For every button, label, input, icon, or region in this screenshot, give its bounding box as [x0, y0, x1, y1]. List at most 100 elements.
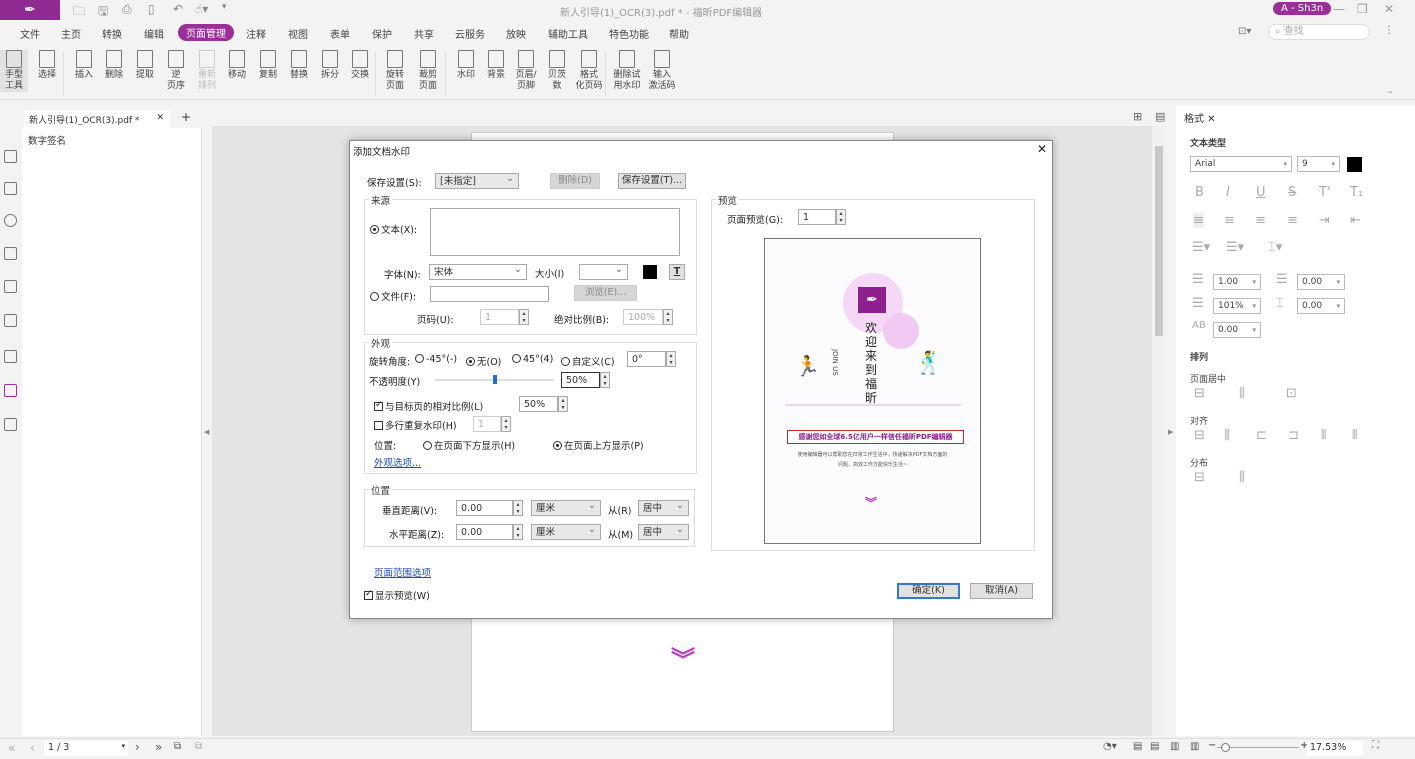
ribbon-button-watermark[interactable]: 水印 [452, 50, 480, 81]
search-input[interactable]: ⌕ 查找 [1268, 24, 1370, 40]
preview-page-spinner[interactable]: ▴ ▾ [836, 209, 846, 225]
insert-page-status-icon[interactable]: ⧉ [174, 741, 181, 752]
properties-icon[interactable]: ▤ [1155, 110, 1165, 123]
rotation-custom-radio[interactable]: 自定义(C) [561, 354, 615, 368]
close-window-icon[interactable]: ✕ [1384, 2, 1394, 16]
ribbon-button-replace-page[interactable]: 替换 [285, 50, 313, 81]
menu-file[interactable]: 文件 [20, 26, 40, 41]
ribbon-button-hand[interactable]: 手型 工具 [0, 50, 28, 92]
two-page-icon[interactable]: ▥ [1170, 741, 1179, 752]
comments-icon[interactable] [4, 214, 17, 227]
zoom-level-input[interactable]: 17.53% [1307, 741, 1363, 756]
char-spacing-select[interactable]: 0.00 [1213, 322, 1261, 338]
ribbon-button-crop-page[interactable]: 裁剪 页面 [414, 50, 442, 92]
ribbon-button-background[interactable]: 背景 [482, 50, 510, 81]
hand-tool-quick-icon[interactable]: ☝▾ [195, 2, 208, 16]
expand-panel-handle[interactable]: ▶ [1168, 428, 1173, 436]
align-bottom-icon[interactable]: ⫴ [1321, 428, 1326, 443]
vertical-distance-spinner[interactable]: ▴ ▾ [513, 500, 523, 516]
show-above-page-radio[interactable]: 在页面上方显示(P) [553, 438, 644, 452]
show-below-page-radio[interactable]: 在页面下方显示(H) [423, 438, 515, 452]
center-horizontal-icon[interactable]: ⊟ [1194, 386, 1205, 401]
app-logo[interactable]: ✒ [0, 0, 60, 20]
scale-select[interactable]: 101% [1213, 298, 1261, 314]
compare-icon[interactable] [4, 418, 17, 431]
center-both-icon[interactable]: ⊡ [1286, 386, 1297, 401]
horizontal-distance-spinner[interactable]: ▴ ▾ [513, 524, 523, 540]
superscript-icon[interactable]: T' [1319, 185, 1331, 200]
ribbon-button-delete-page[interactable]: 删除 [100, 50, 128, 81]
text-color-swatch[interactable] [643, 265, 657, 279]
customize-icon[interactable]: ▾ [222, 2, 227, 12]
ribbon-button-remove-trial-watermark[interactable]: 删除试 用水印 [613, 50, 641, 92]
distribute-vertical-icon[interactable]: ⊟ [1194, 470, 1205, 485]
rotation-angle-spinner[interactable]: ▴ ▾ [666, 351, 676, 367]
justify-icon[interactable]: ≡ [1287, 213, 1298, 228]
dialog-close-icon[interactable]: ✕ [1037, 142, 1047, 156]
pages-icon[interactable] [4, 182, 17, 195]
strikethrough-icon[interactable]: S [1288, 185, 1296, 200]
multiline-count-spinner[interactable]: ▴ ▾ [501, 416, 511, 432]
ribbon-button-extract-page[interactable]: 提取 [131, 50, 159, 81]
align-right-icon[interactable]: ≡ [1255, 213, 1266, 228]
menu-comment[interactable]: 注释 [246, 26, 266, 41]
restore-icon[interactable]: ❐ [1357, 2, 1368, 16]
close-format-tab-icon[interactable]: ✕ [1207, 114, 1215, 125]
menu-cloud[interactable]: 云服务 [455, 26, 485, 41]
menu-page-management[interactable]: 页面管理 [178, 24, 234, 41]
align-center-icon[interactable]: ≡ [1224, 213, 1235, 228]
first-page-icon[interactable]: « [8, 741, 15, 755]
vertical-unit-select[interactable]: 厘米 [531, 499, 601, 516]
copy-page-status-icon[interactable]: ⧉ [195, 741, 202, 752]
delete-settings-button[interactable]: 删除(D) [550, 173, 600, 189]
ribbon-button-bates[interactable]: 贝茨 数 [543, 50, 571, 92]
menu-accessibility[interactable]: 辅助工具 [548, 26, 588, 41]
ribbon-button-swap[interactable]: 交换 [346, 50, 374, 81]
line-spacing-select[interactable]: 1.00 [1213, 274, 1261, 290]
menu-share[interactable]: 共享 [414, 26, 434, 41]
numbered-list-icon[interactable]: ☰▾ [1226, 240, 1244, 255]
menu-home[interactable]: 主页 [61, 26, 81, 41]
watermark-text-area[interactable] [430, 208, 680, 256]
next-page-icon[interactable]: › [135, 740, 140, 754]
layers-icon[interactable] [4, 247, 17, 260]
security-icon[interactable] [4, 314, 17, 327]
indent-icon[interactable]: ⇥ [1319, 213, 1330, 228]
size-select[interactable] [579, 263, 628, 280]
file-radio[interactable]: 文件(F): [370, 289, 416, 303]
bold-icon[interactable]: B [1195, 185, 1204, 200]
ok-button[interactable]: 确定(K) [897, 583, 960, 599]
menu-convert[interactable]: 转换 [102, 26, 122, 41]
paragraph-spacing-select[interactable]: 0.00 [1297, 274, 1345, 290]
font-select[interactable]: 宋体 [429, 263, 527, 280]
ribbon-button-page-number-format[interactable]: 格式 化页码 [575, 50, 603, 92]
save-settings-select[interactable]: [未指定] [435, 172, 519, 189]
vertical-scrollbar[interactable] [1152, 126, 1166, 736]
save-settings-button[interactable]: 保存设置(T)... [618, 173, 686, 189]
page-range-options-link[interactable]: 页面范围选项 [374, 565, 431, 579]
undo-icon[interactable]: ↶ [173, 2, 183, 16]
ribbon-button-rotate-page[interactable]: 旋转 页面 [381, 50, 409, 92]
menu-features[interactable]: 特色功能 [609, 26, 649, 41]
thumbnail-view-icon[interactable]: ⊞ [1133, 110, 1142, 123]
subscript-icon[interactable]: T₁ [1350, 185, 1363, 200]
center-vertical-icon[interactable]: ⫼ [1239, 386, 1245, 401]
scrollbar-thumb[interactable] [1155, 146, 1163, 336]
opacity-spinner[interactable]: ▴ ▾ [600, 372, 610, 388]
signature-icon[interactable] [4, 384, 17, 397]
last-page-icon[interactable]: » [155, 740, 162, 754]
italic-icon[interactable]: I [1226, 185, 1230, 200]
browse-button[interactable]: 浏览(E)... [574, 285, 637, 301]
absolute-scale-input[interactable]: 100% [623, 309, 663, 325]
two-page-continuous-icon[interactable]: ▥ [1190, 741, 1199, 752]
font-select[interactable]: Arial [1190, 156, 1292, 172]
collapse-ribbon-icon[interactable]: ⌃ [1387, 90, 1394, 99]
new-icon[interactable]: ▯ [148, 2, 155, 16]
ribbon-button-insert-page[interactable]: 插入 [70, 50, 98, 81]
align-left-icon[interactable]: ≡ [1193, 213, 1204, 228]
distribute-horizontal-icon[interactable]: ⫼ [1239, 470, 1245, 485]
horizontal-unit-select[interactable]: 厘米 [531, 523, 601, 540]
menu-help[interactable]: 帮助 [669, 26, 689, 41]
relative-scale-input[interactable]: 50% [519, 396, 558, 412]
open-icon[interactable]: 🗀 [73, 2, 85, 23]
